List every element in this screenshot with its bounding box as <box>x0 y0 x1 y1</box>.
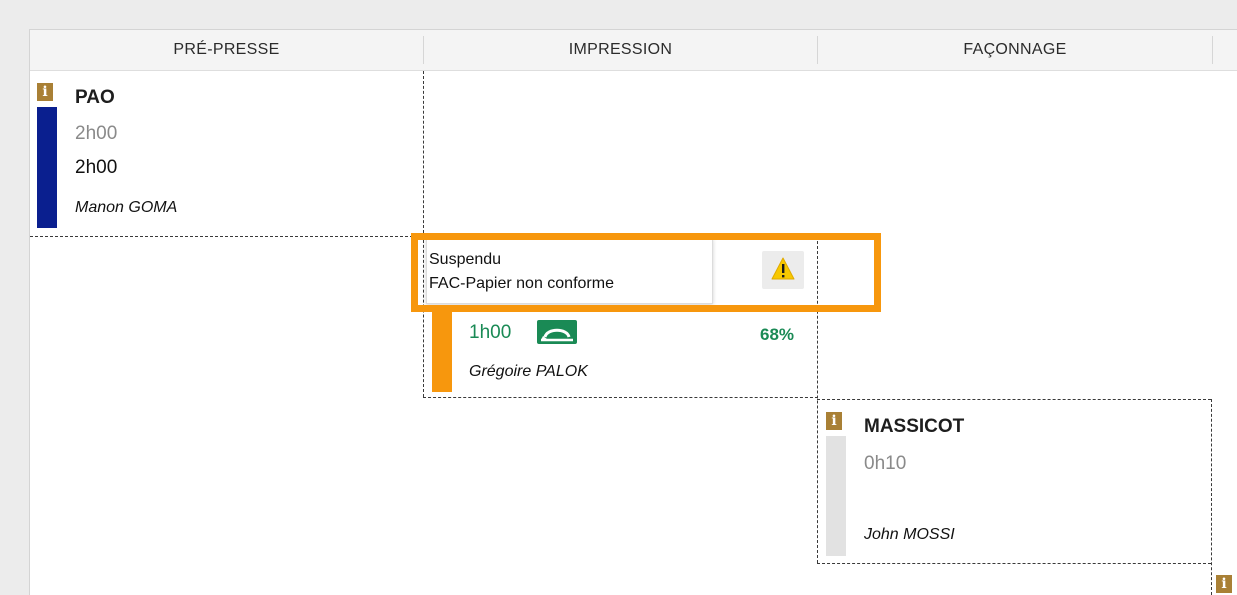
task-title: MASSICOT <box>864 416 965 437</box>
in-progress-icon[interactable] <box>537 320 577 344</box>
assignee-name: John MOSSI <box>864 526 955 543</box>
info-icon[interactable]: i <box>37 83 53 101</box>
assignee-name: Manon GOMA <box>75 199 178 216</box>
actual-duration: 2h00 <box>75 157 118 178</box>
column-header-pre-presse[interactable]: PRÉ-PRESSE <box>30 30 423 70</box>
info-icon[interactable]: i <box>826 412 842 430</box>
task-color-bar <box>37 107 57 228</box>
highlight-frame <box>411 233 881 312</box>
info-icon[interactable]: i <box>1216 575 1232 593</box>
elapsed-duration: 1h00 <box>469 322 512 343</box>
task-color-bar <box>826 436 846 556</box>
planned-duration: 0h10 <box>864 453 907 474</box>
planned-duration: 2h00 <box>75 123 118 144</box>
planning-board: PRÉ-PRESSE IMPRESSION FAÇONNAGE i PAO 2h… <box>29 29 1237 595</box>
grid-line <box>1211 399 1212 595</box>
grid-line <box>817 563 1211 564</box>
column-header-row: PRÉ-PRESSE IMPRESSION FAÇONNAGE <box>30 30 1237 71</box>
column-header-impression[interactable]: IMPRESSION <box>424 30 817 70</box>
task-title: PAO <box>75 87 115 108</box>
grid-line <box>30 236 423 237</box>
task-color-bar <box>432 306 452 392</box>
column-divider <box>1212 36 1213 64</box>
progress-percentage: 68% <box>760 325 795 344</box>
column-header-faconnage[interactable]: FAÇONNAGE <box>818 30 1212 70</box>
grid-line <box>817 399 1211 400</box>
assignee-name: Grégoire PALOK <box>469 363 588 380</box>
grid-line <box>423 397 818 398</box>
